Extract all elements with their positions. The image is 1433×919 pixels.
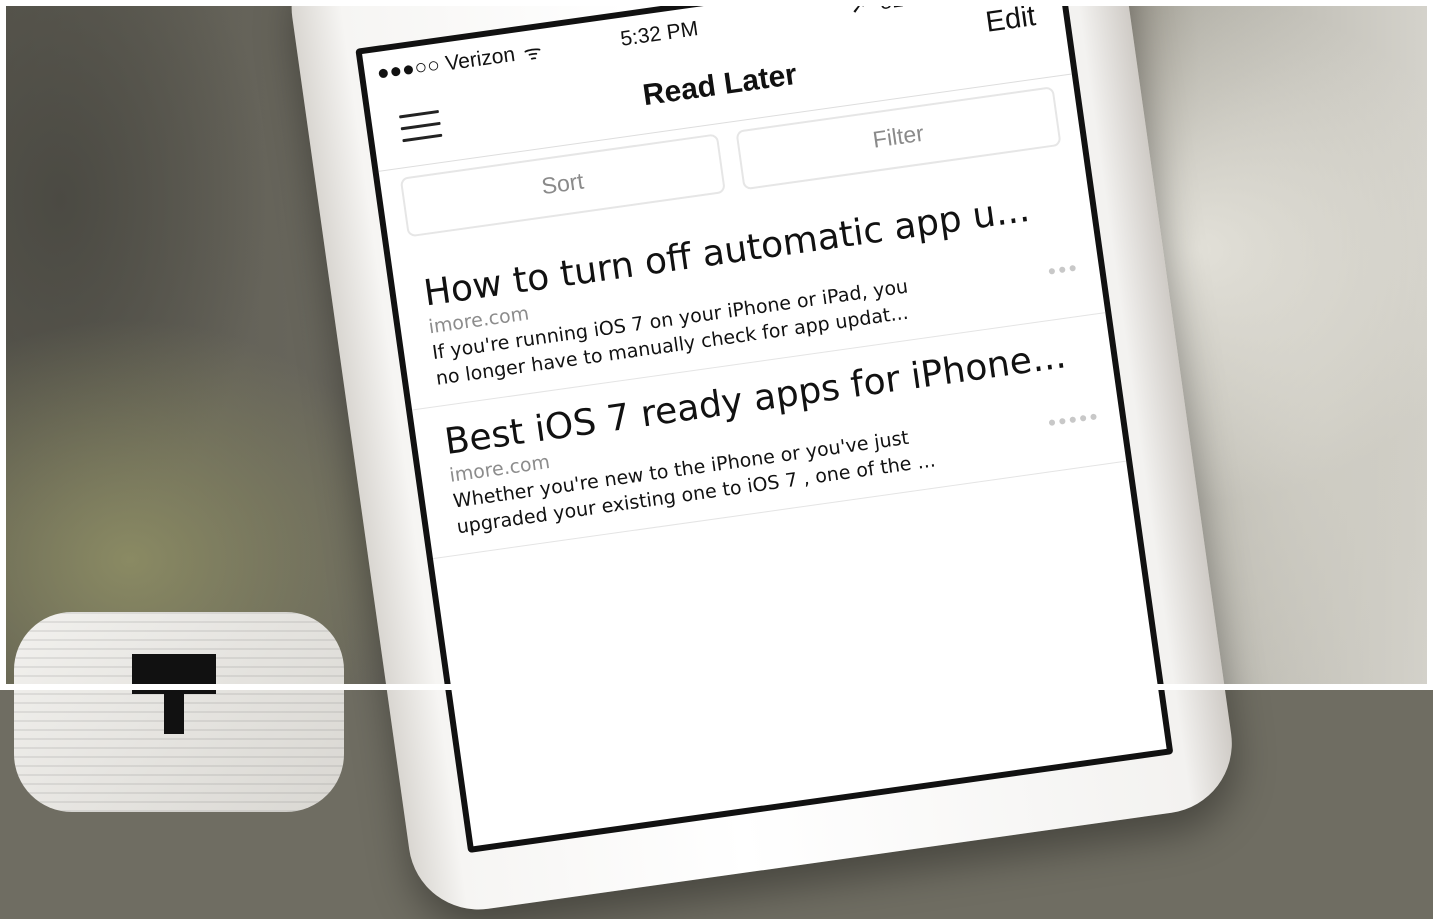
battery-icon [940,0,985,6]
wifi-icon: ᯤ [522,41,544,66]
iphone-device: ●●●○○ Verizon ᯤ 5:32 PM ➚ 81% Read Later… [282,0,1241,919]
battery-fill [944,0,971,2]
location-arrow-icon: ➚ [848,0,869,19]
phone-screen: ●●●○○ Verizon ᯤ 5:32 PM ➚ 81% Read Later… [355,0,1174,854]
app-icon-letter-stem [164,674,184,734]
edit-button[interactable]: Edit [984,0,1038,40]
instapaper-app-icon [14,612,344,812]
status-time: 5:32 PM [618,17,700,51]
more-options-icon[interactable]: ●●● [1046,258,1079,278]
battery-percent: 81% [878,0,924,15]
